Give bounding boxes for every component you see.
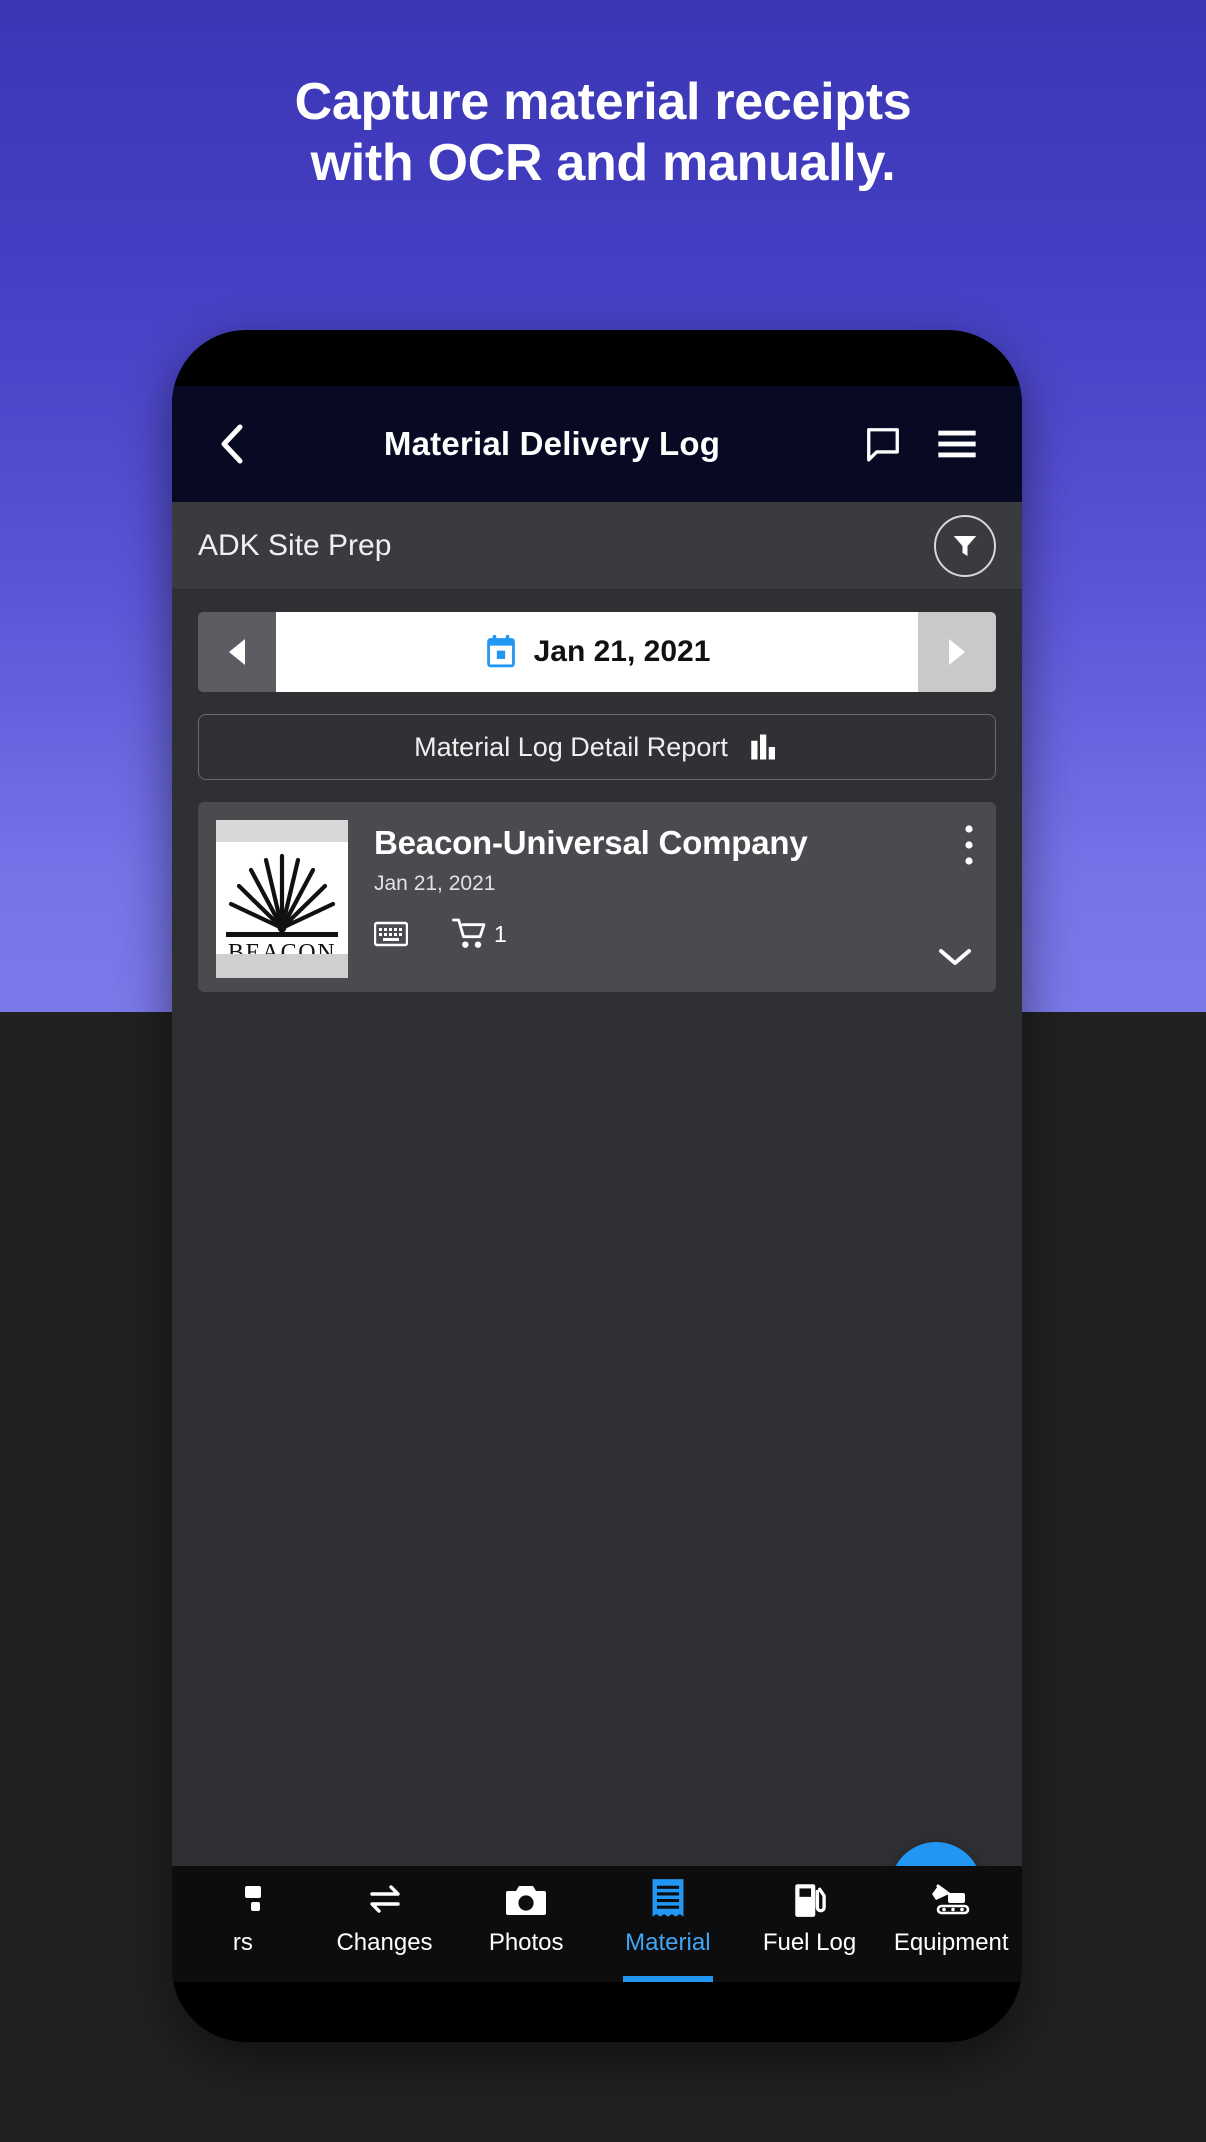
delivery-date: Jan 21, 2021 [374,872,496,895]
hamburger-menu-icon [938,430,976,458]
card-expand-button[interactable] [938,947,972,972]
phone-mockup: Material Delivery Log ADK Site Prep Jan … [172,330,1022,2042]
filter-button[interactable] [934,514,996,577]
fuel-pump-icon [791,1878,829,1920]
headline-line-2: with OCR and manually. [310,134,896,193]
menu-button[interactable] [920,429,994,459]
nav-item-fuel-log[interactable]: Fuel Log [739,1878,881,1982]
nav-label: Material [625,1929,711,1956]
date-picker[interactable]: Jan 21, 2021 [276,612,918,692]
nav-item-photos[interactable]: Photos [455,1878,597,1982]
screen-body: Jan 21, 2021 Material Log Detail Report [172,590,1022,1982]
supplier-name: Beacon-Universal Company [374,824,808,861]
card-info: Beacon-Universal Company Jan 21, 2021 1 [348,820,978,978]
phone-screen: Material Delivery Log ADK Site Prep Jan … [172,386,1022,1982]
bar-chart-icon [751,734,775,760]
filter-icon [953,535,977,556]
calendar-icon [486,634,515,668]
material-log-detail-report-button[interactable]: Material Log Detail Report [198,714,996,780]
back-button[interactable] [200,423,264,465]
shopping-cart-icon [452,918,486,948]
bottom-navigation-bar: rs Changes Photos Material Fuel Log Equi… [172,1866,1022,1982]
card-overflow-menu-button[interactable] [964,824,974,871]
triangle-right-icon [949,639,965,665]
message-button[interactable] [846,425,920,463]
headline-line-1: Capture material receipts [294,73,912,131]
report-button-label: Material Log Detail Report [414,731,728,762]
keyboard-icon [374,921,408,947]
next-day-button[interactable] [918,612,996,692]
triangle-left-icon [229,639,245,665]
item-count-indicator: 1 [452,918,507,950]
supplier-logo-thumbnail: BEACON [216,820,348,978]
message-icon [867,428,899,462]
truncated-icon [223,1878,263,1920]
camera-icon [505,1878,547,1920]
nav-label: Equipment [893,1929,1009,1956]
excavator-icon [928,1878,974,1920]
material-delivery-card[interactable]: BEACON Beacon-Universal Company Jan 21, … [198,802,996,992]
swap-arrows-icon [364,1878,406,1920]
nav-item-truncated[interactable]: rs [172,1878,314,1982]
previous-day-button[interactable] [198,612,276,692]
date-value: Jan 21, 2021 [533,635,711,668]
promo-headline: Capture material receipts with OCR and m… [0,72,1206,195]
chevron-down-icon [939,949,971,965]
page-title: Material Delivery Log [383,425,721,462]
nav-label: Photos [488,1929,564,1956]
date-navigation-bar: Jan 21, 2021 [198,612,996,692]
thumb-top-band [216,820,348,842]
cart-count: 1 [494,920,507,947]
project-name: ADK Site Prep [198,528,392,562]
more-vertical-icon [965,825,973,865]
nav-label: rs [232,1929,253,1956]
thumb-bottom-band [216,954,348,978]
nav-label: Fuel Log [762,1929,857,1956]
nav-item-changes[interactable]: Changes [314,1878,456,1982]
card-meta-row: 1 [374,918,978,950]
chevron-left-icon [221,424,243,464]
manual-entry-indicator [374,921,408,947]
nav-item-equipment[interactable]: Equipment [880,1878,1022,1982]
project-row[interactable]: ADK Site Prep [172,502,1022,590]
receipt-icon [649,1878,687,1920]
nav-item-material[interactable]: Material [597,1878,739,1982]
active-tab-indicator [622,1976,714,1982]
nav-label: Changes [336,1929,433,1956]
app-bar: Material Delivery Log [172,386,1022,502]
